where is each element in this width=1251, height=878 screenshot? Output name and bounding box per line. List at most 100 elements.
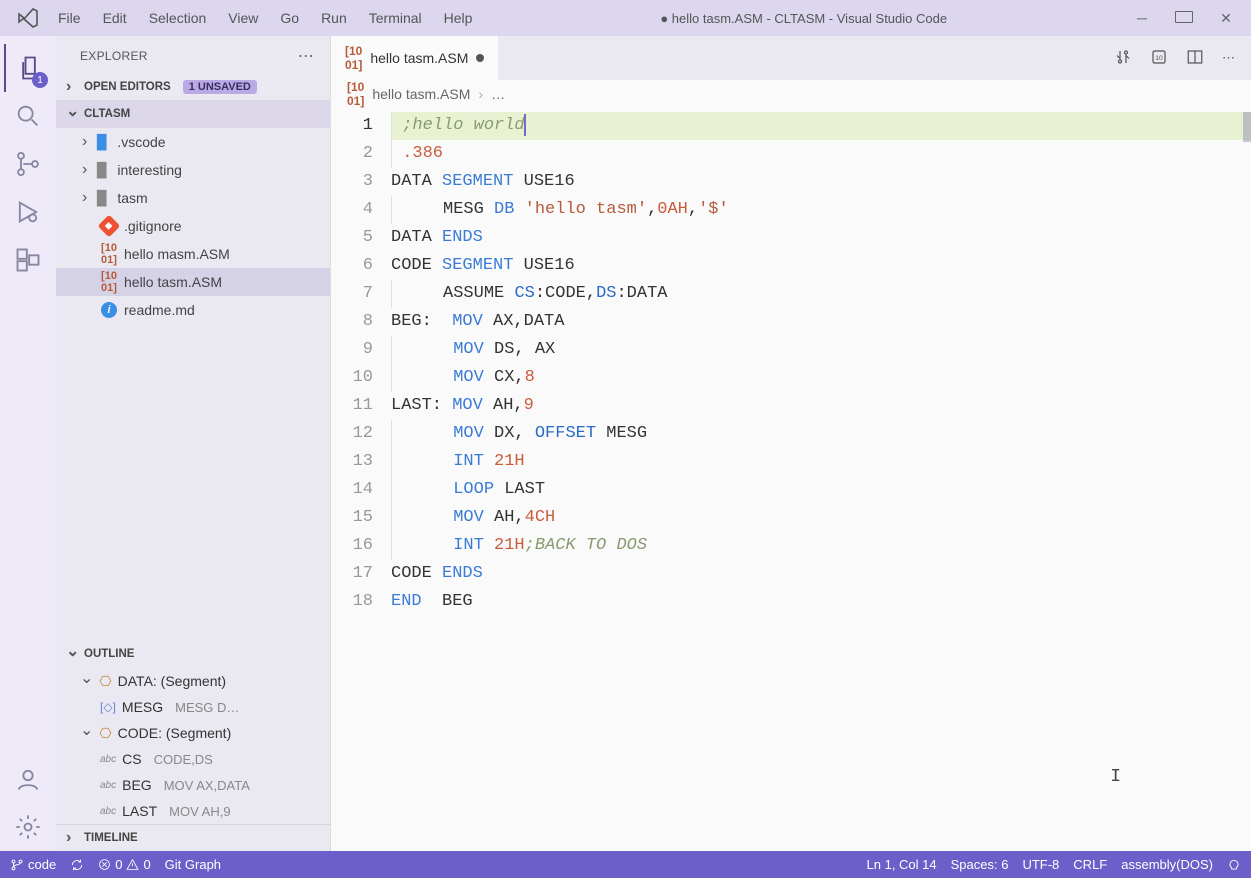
- tree-label: interesting: [117, 162, 182, 178]
- outline-code-segment[interactable]: ⎔ CODE: (Segment): [56, 720, 330, 746]
- chevron-right-icon: [66, 829, 78, 847]
- window-title: ● hello tasm.ASM - CLTASM - Visual Studi…: [482, 11, 1125, 26]
- file-hello-tasm[interactable]: [1001] hello tasm.ASM: [56, 268, 330, 296]
- chevron-down-icon: [66, 644, 78, 664]
- asm-file-icon: [1001]: [100, 242, 118, 266]
- asm-file-icon: [1001]: [100, 270, 118, 294]
- outline-tree: ⎔ DATA: (Segment) [◇] MESG MESG D… ⎔ COD…: [56, 668, 330, 824]
- outline-mesg[interactable]: [◇] MESG MESG D…: [56, 694, 330, 720]
- file-readme[interactable]: i readme.md: [56, 296, 330, 324]
- outline-label: Outline: [84, 648, 134, 660]
- chevron-down-icon: [66, 104, 78, 124]
- menu-run[interactable]: Run: [311, 6, 357, 30]
- line-number: 18: [331, 588, 373, 616]
- menu-help[interactable]: Help: [434, 6, 483, 30]
- folder-vscode[interactable]: ▉ .vscode: [56, 128, 330, 156]
- activity-accounts-icon[interactable]: [4, 755, 52, 803]
- tab-hello-tasm[interactable]: [1001] hello tasm.ASM: [331, 36, 498, 80]
- line-number: 9: [331, 336, 373, 364]
- outline-section[interactable]: Outline: [56, 640, 330, 668]
- breadcrumb-rest[interactable]: …: [491, 86, 505, 102]
- status-indentation[interactable]: Spaces: 6: [951, 857, 1009, 872]
- line-number: 11: [331, 392, 373, 420]
- compare-changes-icon[interactable]: [1114, 48, 1132, 69]
- timeline-section[interactable]: Timeline: [56, 824, 330, 851]
- editor-more-icon[interactable]: ⋯: [1222, 50, 1235, 66]
- breadcrumb[interactable]: [1001] hello tasm.ASM › …: [331, 80, 1251, 108]
- chevron-right-icon: [82, 133, 87, 151]
- folder-interesting[interactable]: ▉ interesting: [56, 156, 330, 184]
- tree-label: readme.md: [124, 302, 195, 318]
- chevron-down-icon: [80, 723, 93, 743]
- tree-label: tasm: [117, 190, 147, 206]
- activity-run-debug-icon[interactable]: [4, 188, 52, 236]
- outline-beg[interactable]: abc BEG MOV AX,DATA: [56, 772, 330, 798]
- outline-item-detail: MESG D…: [175, 700, 239, 715]
- asm-file-icon: [1001]: [345, 44, 362, 72]
- explorer-badge: 1: [32, 72, 48, 88]
- outline-item-detail: MOV AX,DATA: [164, 778, 250, 793]
- folder-icon: ▉: [93, 190, 111, 207]
- run-build-icon[interactable]: 10: [1150, 48, 1168, 69]
- status-branch[interactable]: code: [10, 857, 56, 872]
- tree-label: hello masm.ASM: [124, 246, 230, 262]
- outline-item-label: CS: [122, 751, 141, 767]
- menu-go[interactable]: Go: [270, 6, 309, 30]
- window-maximize-icon[interactable]: [1175, 10, 1193, 27]
- title-bar: File Edit Selection View Go Run Terminal…: [0, 0, 1251, 36]
- unsaved-badge: 1 UNSAVED: [183, 80, 257, 94]
- file-hello-masm[interactable]: [1001] hello masm.ASM: [56, 240, 330, 268]
- activity-bar: 1: [0, 36, 56, 851]
- open-editors-section[interactable]: Open Editors 1 UNSAVED: [56, 74, 330, 100]
- outline-last[interactable]: abc LAST MOV AH,9: [56, 798, 330, 824]
- chevron-right-icon: [82, 161, 87, 179]
- outline-data-segment[interactable]: ⎔ DATA: (Segment): [56, 668, 330, 694]
- line-number: 5: [331, 224, 373, 252]
- status-encoding[interactable]: UTF-8: [1022, 857, 1059, 872]
- git-icon: ◆: [100, 218, 118, 234]
- code-editor[interactable]: 1 2 3 4 5 6 7 8 9 10 11 12 13 14 15 16 1…: [331, 108, 1251, 851]
- status-eol[interactable]: CRLF: [1073, 857, 1107, 872]
- status-problems[interactable]: 0 0: [98, 857, 150, 872]
- window-minimize-icon[interactable]: ─: [1133, 10, 1151, 27]
- file-tree: ▉ .vscode ▉ interesting ▉ tasm ◆ .gitign…: [56, 128, 330, 324]
- menu-edit[interactable]: Edit: [93, 6, 137, 30]
- mouse-ibeam-cursor: I: [1110, 763, 1121, 791]
- menu-selection[interactable]: Selection: [139, 6, 217, 30]
- status-git-graph[interactable]: Git Graph: [165, 857, 221, 872]
- outline-item-detail: MOV AH,9: [169, 804, 230, 819]
- file-gitignore[interactable]: ◆ .gitignore: [56, 212, 330, 240]
- line-number: 15: [331, 504, 373, 532]
- activity-settings-icon[interactable]: [4, 803, 52, 851]
- status-language-mode[interactable]: assembly(DOS): [1121, 857, 1213, 872]
- menu-terminal[interactable]: Terminal: [359, 6, 432, 30]
- menu-view[interactable]: View: [218, 6, 268, 30]
- chevron-right-icon: ›: [478, 86, 483, 102]
- bracket-icon: [◇]: [100, 700, 116, 714]
- overview-ruler-slider[interactable]: [1243, 112, 1251, 142]
- line-number: 2: [331, 140, 373, 168]
- sidebar-more-icon[interactable]: ⋯: [298, 46, 314, 66]
- workspace-section[interactable]: CLTASM: [56, 100, 330, 128]
- line-number: 13: [331, 448, 373, 476]
- window-close-icon[interactable]: ✕: [1217, 10, 1235, 27]
- activity-source-control-icon[interactable]: [4, 140, 52, 188]
- line-number: 7: [331, 280, 373, 308]
- split-editor-icon[interactable]: [1186, 48, 1204, 69]
- line-number: 16: [331, 532, 373, 560]
- breadcrumb-file[interactable]: hello tasm.ASM: [372, 86, 470, 102]
- status-sync[interactable]: [70, 858, 84, 872]
- folder-tasm[interactable]: ▉ tasm: [56, 184, 330, 212]
- symbol-icon: abc: [100, 806, 116, 817]
- status-cursor-position[interactable]: Ln 1, Col 14: [867, 857, 937, 872]
- line-number: 1: [331, 112, 373, 140]
- activity-extensions-icon[interactable]: [4, 236, 52, 284]
- line-number: 8: [331, 308, 373, 336]
- activity-search-icon[interactable]: [4, 92, 52, 140]
- code-content[interactable]: ;hello world .386 DATA SEGMENT USE16 MES…: [391, 108, 1251, 851]
- outline-cs[interactable]: abc CS CODE,DS: [56, 746, 330, 772]
- activity-explorer-icon[interactable]: 1: [4, 44, 52, 92]
- status-feedback-icon[interactable]: [1227, 858, 1241, 872]
- menu-file[interactable]: File: [48, 6, 91, 30]
- open-editors-label: Open Editors: [84, 81, 171, 93]
